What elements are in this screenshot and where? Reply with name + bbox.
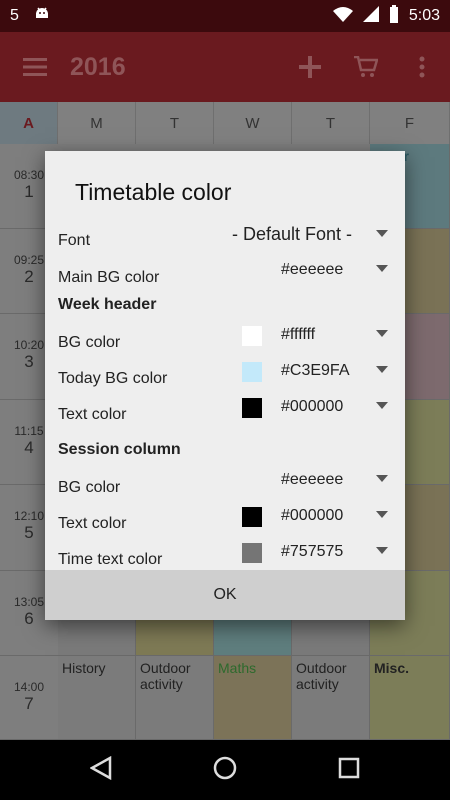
font-row[interactable]: Font - Default Font -: [58, 224, 393, 256]
main-bg-row[interactable]: Main BG color #eeeeee: [58, 261, 393, 291]
day-header-a: A: [0, 102, 58, 144]
wh-today-label: Today BG color: [58, 370, 168, 387]
plus-icon[interactable]: [282, 32, 338, 102]
ok-button[interactable]: OK: [45, 570, 405, 620]
timetable-cell[interactable]: Misc.: [370, 656, 450, 740]
color-swatch[interactable]: [242, 507, 262, 527]
android-icon: [33, 5, 51, 28]
battery-icon: [389, 4, 399, 28]
hamburger-icon[interactable]: [0, 32, 70, 102]
home-icon[interactable]: [213, 756, 237, 785]
chevron-down-icon[interactable]: [376, 265, 388, 272]
color-swatch[interactable]: [242, 543, 262, 563]
sc-time-label: Time text color: [58, 551, 163, 568]
dialog-title: Timetable color: [75, 179, 232, 205]
back-icon[interactable]: [89, 755, 112, 785]
status-number: 5: [10, 7, 19, 24]
sc-bg-value[interactable]: #eeeeee: [281, 471, 343, 489]
main-bg-value[interactable]: #eeeeee: [281, 261, 343, 279]
day-header-w: W: [214, 102, 292, 144]
chevron-down-icon[interactable]: [376, 230, 388, 237]
wh-text-value[interactable]: #000000: [281, 398, 343, 416]
day-header-t: T: [136, 102, 214, 144]
time-slot: 14:00 7: [0, 656, 58, 740]
timetable-cell[interactable]: History: [58, 656, 136, 740]
status-bar: 5 5:03: [0, 0, 450, 32]
timetable-cell[interactable]: Outdoor activity: [292, 656, 370, 740]
chevron-down-icon[interactable]: [376, 330, 388, 337]
app-bar: 2016: [0, 32, 450, 102]
section-session-column: Session column: [58, 441, 181, 458]
wh-text-row[interactable]: Text color #000000: [58, 398, 393, 428]
day-header-m: M: [58, 102, 136, 144]
sc-text-row[interactable]: Text color #000000: [58, 507, 393, 537]
wh-today-value[interactable]: #C3E9FA: [281, 362, 349, 380]
chevron-down-icon[interactable]: [376, 366, 388, 373]
signal-icon: [362, 5, 379, 27]
chevron-down-icon[interactable]: [376, 402, 388, 409]
timetable-cell[interactable]: Outdoor activity: [136, 656, 214, 740]
status-time: 5:03: [408, 7, 440, 24]
more-vert-icon[interactable]: [394, 32, 450, 102]
color-swatch[interactable]: [242, 398, 262, 418]
timetable-color-dialog: Timetable color Font - Default Font - Ma…: [45, 151, 405, 620]
cart-icon[interactable]: [338, 32, 394, 102]
sc-text-value[interactable]: #000000: [281, 507, 343, 525]
sc-time-row[interactable]: Time text color #757575: [58, 543, 393, 573]
wh-today-row[interactable]: Today BG color #C3E9FA: [58, 362, 393, 392]
day-header-f: F: [370, 102, 450, 144]
wh-bg-row[interactable]: BG color #ffffff: [58, 326, 393, 356]
sc-text-label: Text color: [58, 515, 127, 532]
chevron-down-icon[interactable]: [376, 475, 388, 482]
color-swatch[interactable]: [242, 326, 262, 346]
nav-bar: [0, 740, 450, 800]
wh-bg-value[interactable]: #ffffff: [281, 326, 315, 344]
font-dropdown-value[interactable]: - Default Font -: [232, 224, 352, 245]
wh-text-label: Text color: [58, 406, 127, 423]
font-label: Font: [58, 232, 91, 249]
recents-icon[interactable]: [338, 757, 360, 784]
sc-bg-label: BG color: [58, 479, 121, 496]
wifi-icon: [332, 6, 353, 27]
wh-bg-label: BG color: [58, 334, 121, 351]
color-swatch[interactable]: [242, 362, 262, 382]
timetable-cell[interactable]: Maths: [214, 656, 292, 740]
section-week-header: Week header: [58, 296, 157, 313]
chevron-down-icon[interactable]: [376, 547, 388, 554]
sc-bg-row[interactable]: BG color #eeeeee: [58, 471, 393, 501]
chevron-down-icon[interactable]: [376, 511, 388, 518]
page-title[interactable]: 2016: [70, 53, 126, 82]
day-header-t2: T: [292, 102, 370, 144]
sc-time-value[interactable]: #757575: [281, 543, 343, 561]
main-bg-label: Main BG color: [58, 269, 160, 286]
